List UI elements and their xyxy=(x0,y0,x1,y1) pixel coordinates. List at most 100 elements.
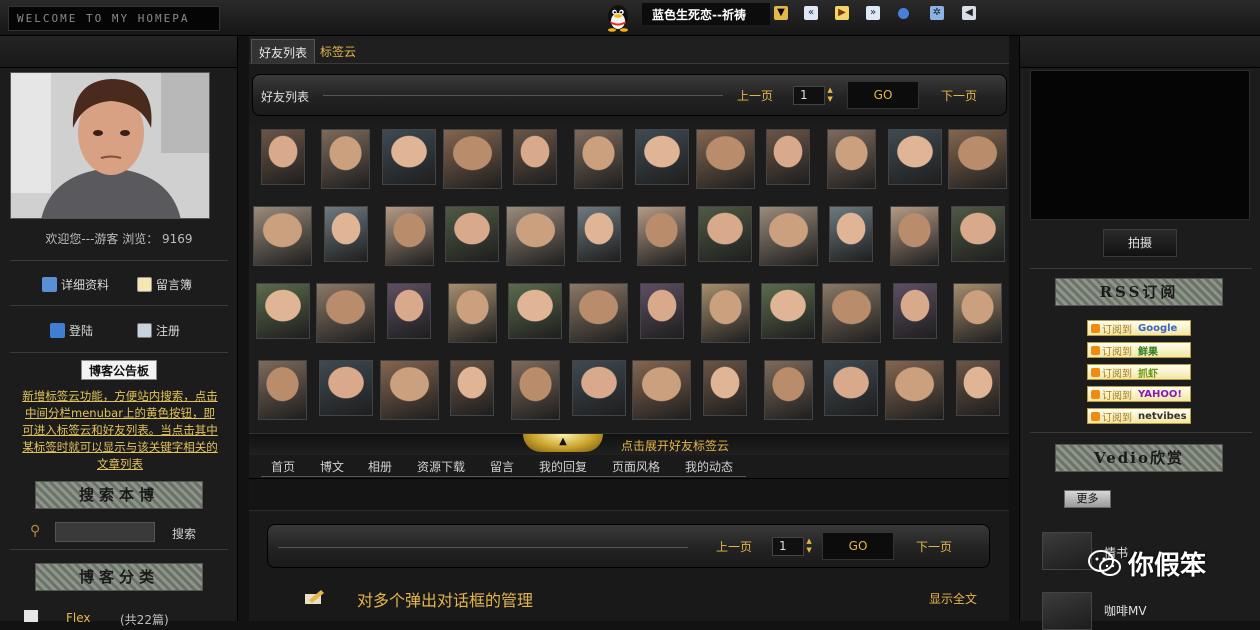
nav-page-style[interactable]: 页面风格 xyxy=(612,458,660,475)
playlist-dropdown-icon[interactable]: ▼ xyxy=(774,6,788,20)
expand-tag-cloud-link[interactable]: 点击展开好友标签云 xyxy=(621,437,729,454)
friend-photo[interactable] xyxy=(953,283,1003,343)
nav-downloads[interactable]: 资源下载 xyxy=(417,458,465,475)
friend-photo[interactable] xyxy=(450,360,495,416)
play-icon[interactable]: ▶ xyxy=(835,6,849,20)
friend-photo[interactable] xyxy=(885,360,945,420)
friend-photo[interactable] xyxy=(576,206,621,262)
rss-netvibes-button[interactable]: 订阅到 netvibes xyxy=(1087,408,1191,424)
show-full-text-link[interactable]: 显示全文 xyxy=(929,590,977,607)
nav-album[interactable]: 相册 xyxy=(368,458,392,475)
friend-photo[interactable] xyxy=(445,206,500,262)
friend-photo[interactable] xyxy=(761,283,816,339)
nav-my-activity[interactable]: 我的动态 xyxy=(685,458,733,475)
video-player[interactable] xyxy=(1030,70,1250,220)
friend-photo[interactable] xyxy=(253,206,313,266)
nav-blog[interactable]: 博文 xyxy=(320,458,344,475)
login-link[interactable]: 登陆 xyxy=(50,322,93,339)
friend-photo[interactable] xyxy=(826,129,876,189)
friend-photo[interactable] xyxy=(255,283,310,339)
friend-photo[interactable] xyxy=(637,206,687,266)
friend-photo[interactable] xyxy=(950,206,1005,262)
friend-photo[interactable] xyxy=(442,129,502,189)
friend-photo[interactable] xyxy=(821,283,881,343)
nav-my-replies[interactable]: 我的回复 xyxy=(539,458,587,475)
friend-photo[interactable] xyxy=(766,129,811,185)
category-item-link[interactable]: Flex xyxy=(66,611,91,625)
friend-photo[interactable] xyxy=(569,283,629,343)
friend-photo[interactable] xyxy=(508,283,563,339)
prev-page-link[interactable]: 上一页 xyxy=(737,87,773,104)
friend-photo[interactable] xyxy=(384,206,434,266)
video-thumbnail[interactable] xyxy=(1042,592,1092,630)
friend-photo[interactable] xyxy=(639,283,684,339)
friend-photo[interactable] xyxy=(634,129,689,185)
volume-icon[interactable]: ◀ xyxy=(962,6,976,20)
friend-photo[interactable] xyxy=(887,129,942,185)
go-button[interactable]: GO xyxy=(847,81,920,109)
go-button[interactable]: GO xyxy=(822,532,895,560)
notice-board-text[interactable]: 新增标签云功能，方便站内搜索，点击中间分栏menubar上的黄色按钮，即可进入标… xyxy=(20,388,220,473)
friend-photo[interactable] xyxy=(505,206,565,266)
video-title[interactable]: 咖啡MV xyxy=(1104,602,1147,619)
friend-photo[interactable] xyxy=(379,360,439,420)
rss-zhuaxia-button[interactable]: 订阅到 抓虾 xyxy=(1087,364,1191,380)
friend-photo[interactable] xyxy=(321,129,371,189)
page-stepper-icon[interactable]: ▲ ▼ xyxy=(825,86,835,105)
nav-home[interactable]: 首页 xyxy=(271,458,295,475)
friend-photo[interactable] xyxy=(571,360,626,416)
friend-photo[interactable] xyxy=(700,283,750,343)
friend-photo[interactable] xyxy=(632,360,692,420)
post-title[interactable]: 对多个弹出对话框的管理 xyxy=(357,587,533,611)
tab-tag-cloud[interactable]: 标签云 xyxy=(313,39,363,63)
friend-photo[interactable] xyxy=(892,283,937,339)
friend-photo[interactable] xyxy=(513,129,558,185)
shoot-button[interactable]: 拍摄 xyxy=(1103,229,1177,257)
friend-photo[interactable] xyxy=(695,129,755,189)
page-stepper-icon[interactable]: ▲ ▼ xyxy=(804,537,814,556)
guestbook-link[interactable]: 留言簿 xyxy=(137,276,192,293)
friend-photo[interactable] xyxy=(447,283,497,343)
friend-photo[interactable] xyxy=(948,129,1008,189)
video-thumbnail[interactable] xyxy=(1042,532,1092,570)
stop-icon[interactable] xyxy=(898,8,909,19)
friend-photo[interactable] xyxy=(763,360,813,420)
search-button[interactable]: 搜索 xyxy=(172,525,196,542)
search-input[interactable] xyxy=(55,522,155,542)
register-link[interactable]: 注册 xyxy=(137,322,180,339)
friend-photo[interactable] xyxy=(698,206,752,262)
next-page-link[interactable]: 下一页 xyxy=(941,87,977,104)
rss-xianguo-button[interactable]: 订阅到 鲜果 xyxy=(1087,342,1191,358)
friend-photo[interactable] xyxy=(382,129,436,185)
page-number-input[interactable]: 1 xyxy=(772,536,805,556)
friend-photo[interactable] xyxy=(318,360,373,416)
friend-photo[interactable] xyxy=(323,206,368,262)
details-link[interactable]: 详细资料 xyxy=(42,276,109,293)
more-videos-button[interactable]: 更多 xyxy=(1064,490,1111,508)
site-logo: WELCOME TO MY HOMEPA xyxy=(8,6,220,31)
nav-messages[interactable]: 留言 xyxy=(490,458,514,475)
tab-friends[interactable]: 好友列表 xyxy=(251,39,316,63)
rss-google-button[interactable]: 订阅到 Google xyxy=(1087,320,1191,336)
friend-photo[interactable] xyxy=(703,360,747,416)
friend-photo[interactable] xyxy=(510,360,560,420)
expand-toggle-icon[interactable]: ▲ xyxy=(523,434,603,452)
friend-photo[interactable] xyxy=(758,206,818,266)
rss-yahoo-button[interactable]: 订阅到 YAHOO! xyxy=(1087,386,1191,402)
friend-photo[interactable] xyxy=(829,206,874,262)
friend-photo[interactable] xyxy=(574,129,624,189)
friend-photo[interactable] xyxy=(387,283,431,339)
settings-icon[interactable]: ✲ xyxy=(930,6,944,20)
friend-photo[interactable] xyxy=(260,129,305,185)
friend-photo[interactable] xyxy=(258,360,308,420)
friend-photo[interactable] xyxy=(955,360,1000,416)
next-track-icon[interactable]: » xyxy=(866,6,880,20)
prev-page-link[interactable]: 上一页 xyxy=(716,538,752,555)
friend-photo[interactable] xyxy=(890,206,940,266)
friend-photo[interactable] xyxy=(316,283,376,343)
friend-photo[interactable] xyxy=(824,360,879,416)
previous-track-icon[interactable]: « xyxy=(804,6,818,20)
right-sidebar: 拍摄 RSS订阅 订阅到 Google 订阅到 鲜果 订阅到 抓虾 订阅到 YA… xyxy=(1019,36,1260,630)
page-number-input[interactable]: 1 xyxy=(793,85,826,105)
next-page-link[interactable]: 下一页 xyxy=(916,538,952,555)
